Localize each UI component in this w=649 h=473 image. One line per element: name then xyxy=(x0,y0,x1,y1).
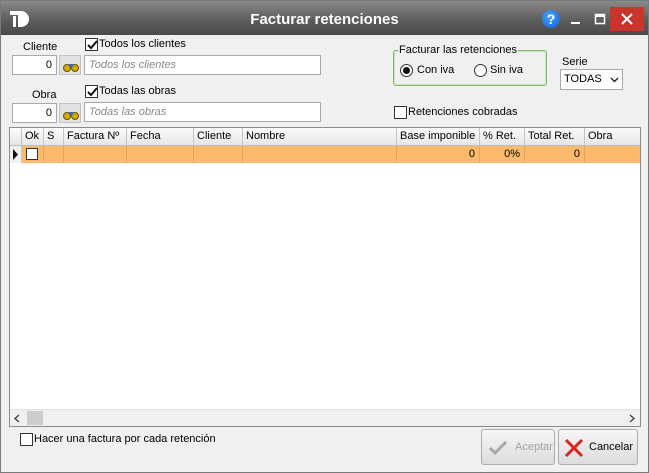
row-base-cell: 0 xyxy=(397,146,480,163)
obra-search-button[interactable] xyxy=(59,103,81,123)
todas-obras-checkbox[interactable] xyxy=(85,85,98,98)
title-bar: Facturar retenciones ? xyxy=(1,1,648,35)
cancel-x-icon xyxy=(564,438,584,458)
chevron-down-icon xyxy=(610,77,619,83)
obra-label: Obra xyxy=(32,89,57,101)
factura-por-retencion-label: Hacer una factura por cada retención xyxy=(34,433,216,445)
check-icon xyxy=(87,87,98,97)
con-iva-radio[interactable] xyxy=(400,64,413,77)
table-row[interactable]: 0 0% 0 xyxy=(10,146,640,163)
serie-label: Serie xyxy=(562,56,588,68)
obra-name-input[interactable]: Todas las obras xyxy=(84,102,321,122)
aceptar-label: Aceptar xyxy=(515,441,553,453)
scrollbar-thumb[interactable] xyxy=(27,411,43,425)
col-cliente[interactable]: Cliente xyxy=(194,128,243,146)
check-icon xyxy=(87,40,98,50)
cancelar-button[interactable]: Cancelar xyxy=(558,429,638,465)
row-ok-checkbox[interactable] xyxy=(26,148,38,160)
obra-code-input[interactable]: 0 xyxy=(12,103,57,123)
facturar-retenciones-title: Facturar las retenciones xyxy=(398,44,518,56)
help-icon[interactable]: ? xyxy=(542,10,560,28)
retenciones-cobradas-checkbox[interactable] xyxy=(394,106,407,119)
row-total-cell: 0 xyxy=(525,146,585,163)
row-factura-cell xyxy=(64,146,127,163)
row-ret-cell: 0% xyxy=(480,146,525,163)
todas-obras-label: Todas las obras xyxy=(99,85,177,97)
horizontal-scrollbar[interactable] xyxy=(10,409,640,426)
header-indicator xyxy=(10,128,22,146)
col-fecha[interactable]: Fecha xyxy=(127,128,194,146)
col-porcentaje-ret[interactable]: % Ret. xyxy=(480,128,525,146)
row-fecha-cell xyxy=(127,146,194,163)
chevron-right-icon[interactable] xyxy=(628,414,636,423)
col-nombre[interactable]: Nombre xyxy=(243,128,397,146)
row-cliente-cell xyxy=(194,146,243,163)
row-s-cell xyxy=(44,146,64,163)
sin-iva-label: Sin iva xyxy=(490,64,524,76)
retenciones-cobradas-label: Retenciones cobradas xyxy=(408,106,518,118)
row-ok-cell xyxy=(22,146,44,163)
aceptar-button[interactable]: Aceptar xyxy=(481,429,555,465)
cliente-name-input[interactable]: Todos los clientes xyxy=(84,55,321,75)
cliente-search-button[interactable] xyxy=(59,55,81,75)
maximize-button[interactable] xyxy=(588,7,612,31)
checkmark-icon xyxy=(488,440,508,456)
col-ok[interactable]: Ok xyxy=(22,128,44,146)
sin-iva-radio[interactable] xyxy=(474,64,487,77)
grid-header: Ok S Factura Nº Fecha Cliente Nombre Bas… xyxy=(10,128,640,146)
col-obra[interactable]: Obra xyxy=(585,128,640,146)
dialog-window: Facturar retenciones ? Cliente 0 Todos l… xyxy=(0,0,649,473)
col-s[interactable]: S xyxy=(44,128,64,146)
todos-clientes-label: Todos los clientes xyxy=(99,38,186,50)
binoculars-icon xyxy=(63,64,79,72)
todos-clientes-checkbox[interactable] xyxy=(85,38,98,51)
serie-value: TODAS xyxy=(564,73,602,85)
cliente-code-input[interactable]: 0 xyxy=(12,55,57,75)
col-base-imponible[interactable]: Base imponible xyxy=(397,128,480,146)
close-button[interactable] xyxy=(610,7,644,31)
col-total-ret[interactable]: Total Ret. xyxy=(525,128,585,146)
binoculars-icon xyxy=(63,112,79,120)
serie-select[interactable]: TODAS xyxy=(560,69,623,90)
row-obra-cell xyxy=(585,146,640,163)
cliente-label: Cliente xyxy=(23,41,58,53)
cancelar-label: Cancelar xyxy=(589,441,634,453)
factura-por-retencion-checkbox[interactable] xyxy=(20,433,33,446)
chevron-left-icon[interactable] xyxy=(13,414,21,423)
row-nombre-cell xyxy=(243,146,397,163)
row-pointer-icon xyxy=(10,146,22,163)
retenciones-grid: Ok S Factura Nº Fecha Cliente Nombre Bas… xyxy=(9,127,641,427)
minimize-button[interactable] xyxy=(564,7,588,31)
con-iva-label: Con iva xyxy=(417,64,455,76)
col-factura[interactable]: Factura Nº xyxy=(64,128,127,146)
